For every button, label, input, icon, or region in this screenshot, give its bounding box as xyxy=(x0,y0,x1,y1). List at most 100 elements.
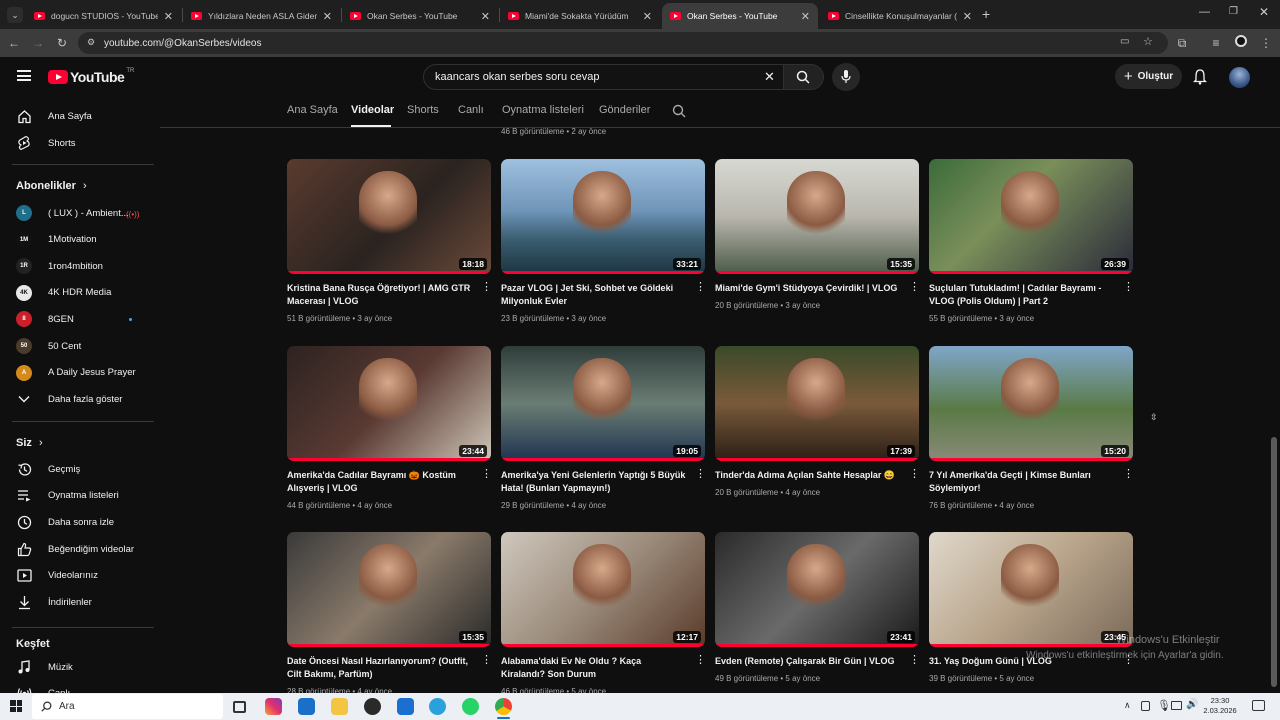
windows-start-icon[interactable] xyxy=(10,700,22,712)
hamburger-menu-icon[interactable] xyxy=(17,70,31,81)
browser-tab[interactable]: dogucn STUDIOS - YouTube ✕ xyxy=(26,3,181,29)
video-card[interactable]: 23:41 Evden (Remote) Çalışarak Bir Gün | … xyxy=(715,532,920,693)
tab-posts[interactable]: Gönderiler xyxy=(599,104,650,116)
close-tab-icon[interactable]: ✕ xyxy=(801,10,810,23)
tray-battery-icon[interactable] xyxy=(1141,701,1150,711)
outlook-icon[interactable] xyxy=(298,698,315,715)
sidebar-item-downloads[interactable]: İndirilenler xyxy=(0,590,154,616)
video-thumbnail[interactable]: 23:41 xyxy=(715,532,919,647)
youtube-logo[interactable]: YouTube TR xyxy=(48,68,134,86)
more-options-icon[interactable]: ⋮ xyxy=(695,655,706,666)
sidebar-item-history[interactable]: Geçmiş xyxy=(0,456,154,482)
more-options-icon[interactable]: ⋮ xyxy=(909,655,920,666)
tab-search-icon[interactable]: ⌄ xyxy=(7,7,23,23)
video-card[interactable]: 18:18 Kristina Bana Rusça Öğretiyor! | AM… xyxy=(287,159,492,324)
video-thumbnail[interactable]: 15:35 xyxy=(715,159,919,274)
app-icon[interactable] xyxy=(364,698,381,715)
tab-videos[interactable]: Videolar xyxy=(351,104,394,116)
tab-shorts[interactable]: Shorts xyxy=(407,104,439,116)
sidebar-show-more[interactable]: Daha fazla göster xyxy=(0,386,154,412)
minimize-button[interactable]: — xyxy=(1199,6,1210,18)
browser-tab[interactable]: Okan Serbes - YouTube ✕ xyxy=(342,3,498,29)
video-title[interactable]: Alabama'daki Ev Ne Oldu ? Kaça Kiralandı… xyxy=(501,655,686,681)
close-tab-icon[interactable]: ✕ xyxy=(481,10,490,23)
search-input[interactable]: kaancars okan serbes soru cevap ✕ xyxy=(423,64,784,90)
clear-search-icon[interactable]: ✕ xyxy=(764,69,775,85)
close-window-button[interactable]: ✕ xyxy=(1259,5,1269,19)
browser-tab[interactable]: Miami'de Sokakta Yürüdüm ✕ xyxy=(500,3,660,29)
video-title[interactable]: Kristina Bana Rusça Öğretiyor! | AMG GTR… xyxy=(287,282,472,308)
media-controls-icon[interactable]: ≡ xyxy=(1208,35,1224,51)
notification-center-icon[interactable] xyxy=(1252,700,1265,711)
taskbar-clock[interactable]: 23:30 2.03.2026 xyxy=(1200,696,1240,716)
sidebar-item-watch-later[interactable]: Daha sonra izle xyxy=(0,509,154,535)
chrome-icon[interactable] xyxy=(495,698,512,715)
taskbar-search-input[interactable]: Ara xyxy=(32,694,223,719)
sidebar-subscription-item[interactable]: 4K 4K HDR Media xyxy=(0,280,154,306)
video-title[interactable]: 7 Yıl Amerika'da Geçti | Kimse Bunları S… xyxy=(929,469,1114,495)
sidebar-item-playlists[interactable]: Oynatma listeleri xyxy=(0,483,154,509)
extensions-icon[interactable]: ⧉ xyxy=(1174,35,1190,51)
voice-search-button[interactable] xyxy=(832,63,860,91)
more-options-icon[interactable]: ⋮ xyxy=(909,282,920,293)
restore-button[interactable]: ❐ xyxy=(1229,6,1238,17)
sidebar-item-your-videos[interactable]: Videolarınız xyxy=(0,563,154,589)
video-title[interactable]: Pazar VLOG | Jet Ski, Sohbet ve Göldeki … xyxy=(501,282,686,308)
close-tab-icon[interactable]: ✕ xyxy=(323,10,332,23)
install-icon[interactable]: ▭ xyxy=(1120,36,1129,47)
video-thumbnail[interactable]: 15:35 xyxy=(287,532,491,647)
subscriptions-heading[interactable]: Abonelikler › xyxy=(16,180,87,192)
video-card[interactable]: 15:35 Date Öncesi Nasıl Hazırlanıyorum? (… xyxy=(287,532,492,693)
more-options-icon[interactable]: ⋮ xyxy=(481,469,492,480)
tray-volume-icon[interactable]: 🔊 xyxy=(1186,699,1198,710)
close-tab-icon[interactable]: ✕ xyxy=(643,10,652,23)
bookmark-star-icon[interactable]: ☆ xyxy=(1143,35,1153,48)
browser-tab[interactable]: Yıldızlara Neden ASLA Gidemeyeceğiz ✕ xyxy=(183,3,340,29)
sidebar-subscription-item[interactable]: 1R 1ron4mbition xyxy=(0,253,154,279)
video-card[interactable]: 15:35 Miami'de Gym'i Stüdyoya Çevirdik! |… xyxy=(715,159,920,324)
video-title[interactable]: Miami'de Gym'i Stüdyoya Çevirdik! | VLOG xyxy=(715,282,900,295)
forward-icon[interactable]: → xyxy=(30,35,46,51)
video-thumbnail[interactable]: 15:20 xyxy=(929,346,1133,461)
video-thumbnail[interactable]: 33:21 xyxy=(501,159,705,274)
site-info-icon[interactable]: ⚙ xyxy=(87,37,95,48)
browser-tab[interactable]: Cinsellikte Konuşulmayanlar (Gen ✕ xyxy=(820,3,980,29)
sidebar-subscription-item[interactable]: A A Daily Jesus Prayer xyxy=(0,360,154,386)
channel-search-icon[interactable] xyxy=(672,104,686,118)
browser-tab[interactable]: Okan Serbes - YouTube ✕ xyxy=(662,3,818,29)
video-thumbnail[interactable]: 18:18 xyxy=(287,159,491,274)
video-title[interactable]: Amerika'da Cadılar Bayramı 🎃 Kostüm Alış… xyxy=(287,469,472,495)
video-thumbnail[interactable]: 19:05 xyxy=(501,346,705,461)
page-scrollbar[interactable] xyxy=(1271,437,1277,687)
sidebar-item-music[interactable]: Müzik xyxy=(0,654,154,680)
more-options-icon[interactable]: ⋮ xyxy=(695,469,706,480)
sidebar-subscription-item[interactable]: 1M 1Motivation xyxy=(0,227,154,253)
tab-live[interactable]: Canlı xyxy=(458,104,484,116)
video-card[interactable]: 23:44 Amerika'da Cadılar Bayramı 🎃 Kostüm… xyxy=(287,346,492,511)
instagram-icon[interactable] xyxy=(265,698,282,715)
address-bar[interactable]: ⚙ youtube.com/@OkanSerbes/videos ▭ ☆ xyxy=(78,32,1168,54)
video-thumbnail[interactable]: 23:44 xyxy=(287,346,491,461)
notifications-bell-icon[interactable] xyxy=(1192,69,1208,85)
more-options-icon[interactable]: ⋮ xyxy=(695,282,706,293)
tray-network-icon[interactable] xyxy=(1171,701,1182,710)
video-thumbnail[interactable]: 26:39 xyxy=(929,159,1133,274)
search-button[interactable] xyxy=(784,64,824,90)
video-card[interactable]: 26:39 Suçluları Tutukladım! | Cadılar Bay… xyxy=(929,159,1134,324)
video-title[interactable]: Date Öncesi Nasıl Hazırlanıyorum? (Outfi… xyxy=(287,655,472,681)
file-explorer-icon[interactable] xyxy=(331,698,348,715)
sidebar-subscription-item[interactable]: 50 50 Cent xyxy=(0,333,154,359)
video-card[interactable]: 17:39 Tinder'da Adıma Açılan Sahte Hesapl… xyxy=(715,346,920,511)
sidebar-item-like[interactable]: Beğendiğim videolar xyxy=(0,536,154,562)
more-options-icon[interactable]: ⋮ xyxy=(1123,282,1134,293)
more-options-icon[interactable]: ⋮ xyxy=(481,282,492,293)
video-card[interactable]: 33:21 Pazar VLOG | Jet Ski, Sohbet ve Göl… xyxy=(501,159,706,324)
sidebar-item-home[interactable]: Ana Sayfa xyxy=(0,103,154,129)
video-thumbnail[interactable]: 23:45 xyxy=(929,532,1133,647)
video-title[interactable]: Suçluları Tutukladım! | Cadılar Bayramı … xyxy=(929,282,1114,308)
trello-icon[interactable] xyxy=(397,698,414,715)
video-card[interactable]: 15:20 7 Yıl Amerika'da Geçti | Kimse Bunl… xyxy=(929,346,1134,511)
account-avatar[interactable] xyxy=(1229,67,1250,88)
reload-icon[interactable]: ↻ xyxy=(54,35,70,51)
sidebar-item-shorts[interactable]: Shorts xyxy=(0,130,154,156)
